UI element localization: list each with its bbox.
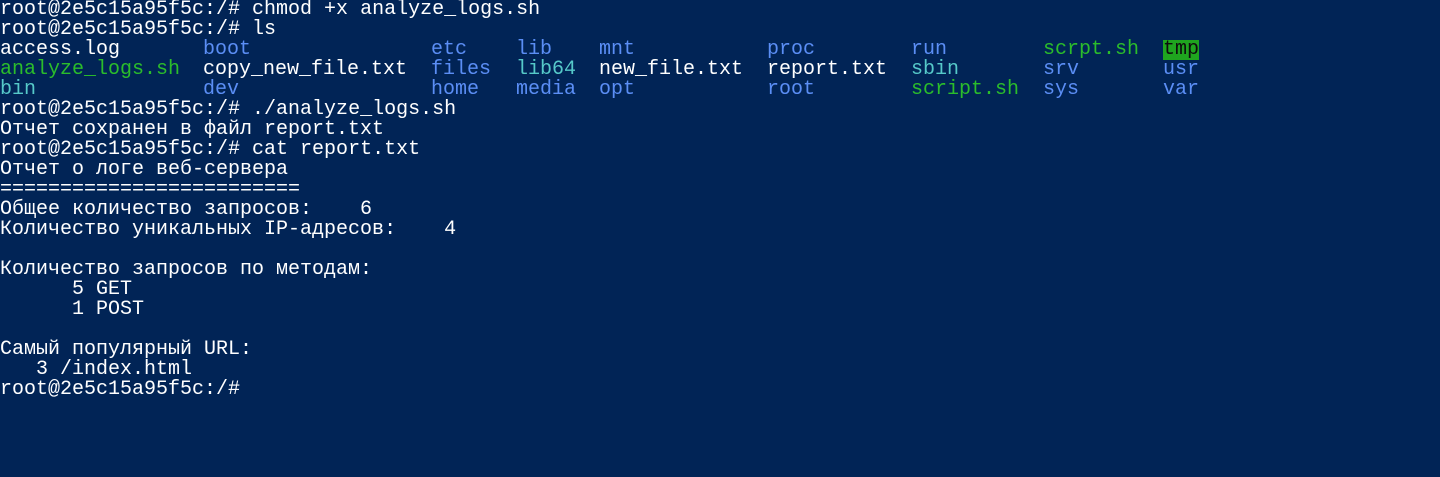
ls-entry-dir: root — [767, 78, 816, 101]
command-text: ls — [252, 18, 277, 41]
ls-entry-dir: run — [911, 38, 948, 61]
output-line: Отчет сохранен в файл report.txt — [0, 118, 385, 141]
report-separator: ========================= — [0, 178, 301, 201]
ls-entry-dir: lib — [516, 38, 553, 61]
ls-entry-dir: proc — [767, 38, 816, 61]
ls-entry-executable: analyze_logs.sh — [0, 58, 181, 81]
command-line-current[interactable]: root@2e5c15a95f5c:/# — [0, 380, 1440, 400]
report-url-header: Самый популярный URL: — [0, 338, 253, 361]
command-line: root@2e5c15a95f5c:/# chmod +x analyze_lo… — [0, 0, 1440, 20]
ls-entry-file: copy_new_file.txt — [203, 58, 408, 81]
ls-entry-dir: home — [431, 78, 480, 101]
report-total-requests: Общее количество запросов: 6 — [0, 198, 373, 221]
report-unique-ips: Количество уникальных IP-адресов: 4 — [0, 218, 457, 241]
report-method-get: 5 GET — [0, 278, 133, 301]
ls-entry-file: access.log — [0, 38, 121, 61]
ls-entry-sticky-dir: tmp — [1163, 38, 1200, 61]
ls-entry-dir: var — [1163, 78, 1200, 101]
report-methods-header: Количество запросов по методам: — [0, 258, 373, 281]
ls-entry-dir: usr — [1163, 58, 1200, 81]
terminal-window[interactable]: root@2e5c15a95f5c:/# chmod +x analyze_lo… — [0, 0, 1440, 477]
ls-entry-executable: script.sh — [911, 78, 1020, 101]
prompt: root@2e5c15a95f5c:/# — [0, 378, 253, 401]
ls-entry-symlink: bin — [0, 78, 37, 101]
ls-entry-dir: srv — [1043, 58, 1080, 81]
command-line: root@2e5c15a95f5c:/# ./analyze_logs.sh — [0, 100, 1440, 120]
report-method-post: 1 POST — [0, 298, 145, 321]
ls-entry-dir: opt — [599, 78, 636, 101]
ls-entry-symlink: sbin — [911, 58, 960, 81]
ls-entry-file: report.txt — [767, 58, 888, 81]
ls-entry-dir: boot — [203, 38, 252, 61]
report-top-url: 3 /index.html — [0, 358, 193, 381]
ls-entry-dir: dev — [203, 78, 240, 101]
ls-entry-dir: files — [431, 58, 492, 81]
command-text: chmod +x analyze_logs.sh — [252, 0, 541, 21]
ls-entry-file: new_file.txt — [599, 58, 744, 81]
ls-entry-dir: etc — [431, 38, 468, 61]
ls-entry-dir: sys — [1043, 78, 1080, 101]
command-line: root@2e5c15a95f5c:/# cat report.txt — [0, 140, 1440, 160]
ls-row: analyze_logs.sh copy_new_file.txt files … — [0, 60, 1440, 80]
report-title: Отчет о логе веб-сервера — [0, 158, 289, 181]
ls-entry-dir: mnt — [599, 38, 636, 61]
ls-entry-dir: media — [516, 78, 577, 101]
ls-entry-symlink: lib64 — [516, 58, 577, 81]
command-line: root@2e5c15a95f5c:/# ls — [0, 20, 1440, 40]
ls-row: access.log boot etc lib mnt proc run scr… — [0, 40, 1440, 60]
ls-row: bin dev home media opt root script.sh sy… — [0, 80, 1440, 100]
ls-entry-executable: scrpt.sh — [1043, 38, 1140, 61]
